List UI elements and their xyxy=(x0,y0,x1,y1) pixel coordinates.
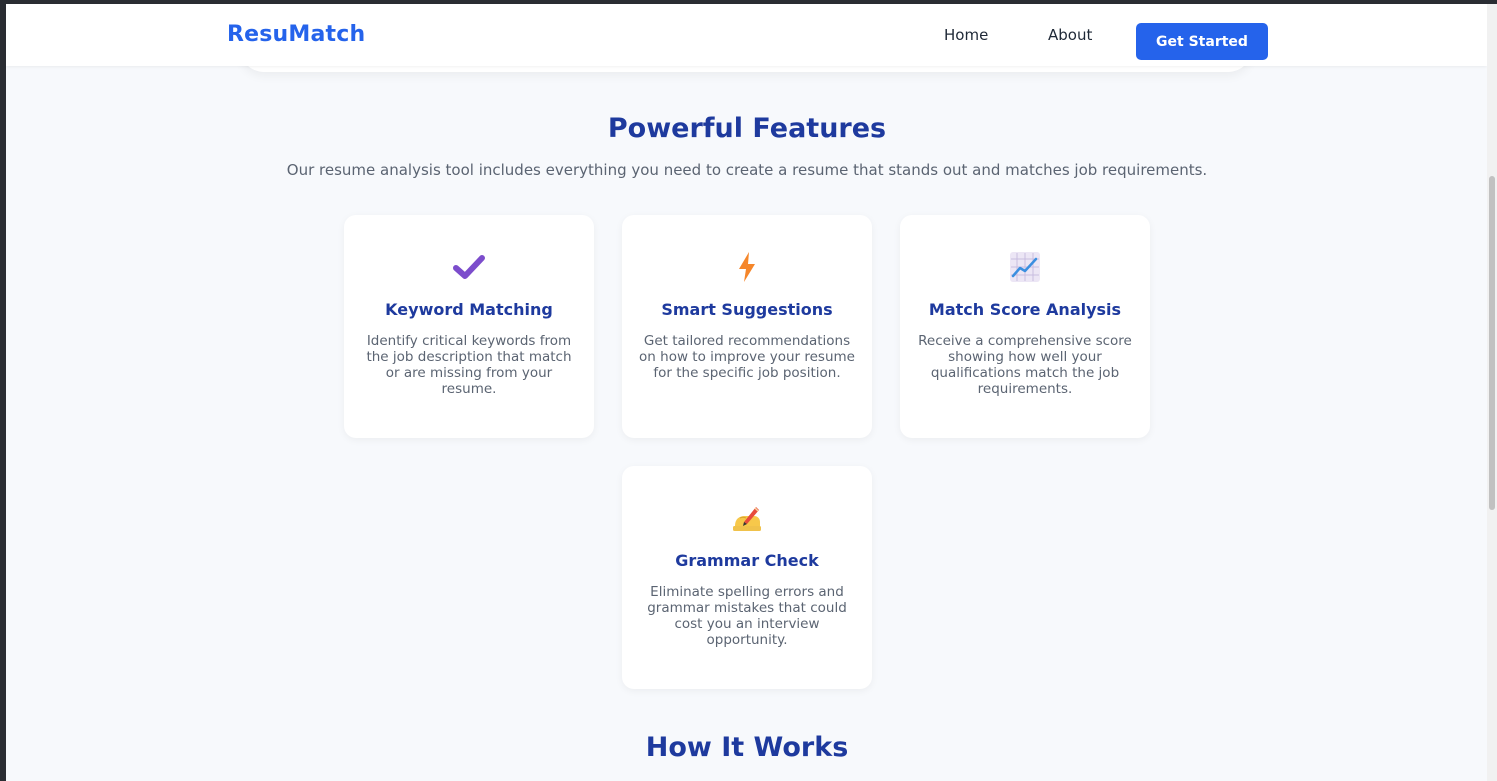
feature-card-description: Identify critical keywords from the job … xyxy=(366,333,572,397)
how-it-works-title: How It Works xyxy=(645,732,849,763)
feature-card-smart-suggestions: Smart Suggestions Get tailored recommend… xyxy=(622,215,872,438)
feature-card-description: Get tailored recommendations on how to i… xyxy=(639,333,855,381)
feature-card-description: Receive a comprehensive score showing ho… xyxy=(918,333,1132,397)
navbar: ResuMatch Home About Get Started xyxy=(6,4,1487,66)
checkmark-icon xyxy=(344,249,594,285)
logo[interactable]: ResuMatch xyxy=(227,22,365,47)
feature-card-title: Match Score Analysis xyxy=(928,300,1122,319)
feature-card-title: Grammar Check xyxy=(675,551,819,570)
feature-card-description: Eliminate spelling errors and grammar mi… xyxy=(647,584,847,648)
features-title: Powerful Features xyxy=(607,113,887,144)
scrollbar[interactable] xyxy=(1487,4,1497,781)
feature-card-title: Smart Suggestions xyxy=(661,300,833,319)
feature-card-match-score-analysis: Match Score Analysis Receive a comprehen… xyxy=(900,215,1150,438)
feature-card-keyword-matching: Keyword Matching Identify critical keywo… xyxy=(344,215,594,438)
feature-card-grammar-check: Grammar Check Eliminate spelling errors … xyxy=(622,466,872,689)
chart-increasing-icon xyxy=(900,249,1150,285)
lightning-icon xyxy=(622,249,872,285)
nav-link-about[interactable]: About xyxy=(1048,26,1092,44)
features-subtitle: Our resume analysis tool includes everyt… xyxy=(286,161,1208,179)
scrollbar-thumb[interactable] xyxy=(1489,176,1495,510)
writing-hand-icon xyxy=(622,500,872,536)
get-started-button[interactable]: Get Started xyxy=(1136,23,1268,60)
nav-link-home[interactable]: Home xyxy=(944,26,988,44)
feature-card-title: Keyword Matching xyxy=(385,300,553,319)
